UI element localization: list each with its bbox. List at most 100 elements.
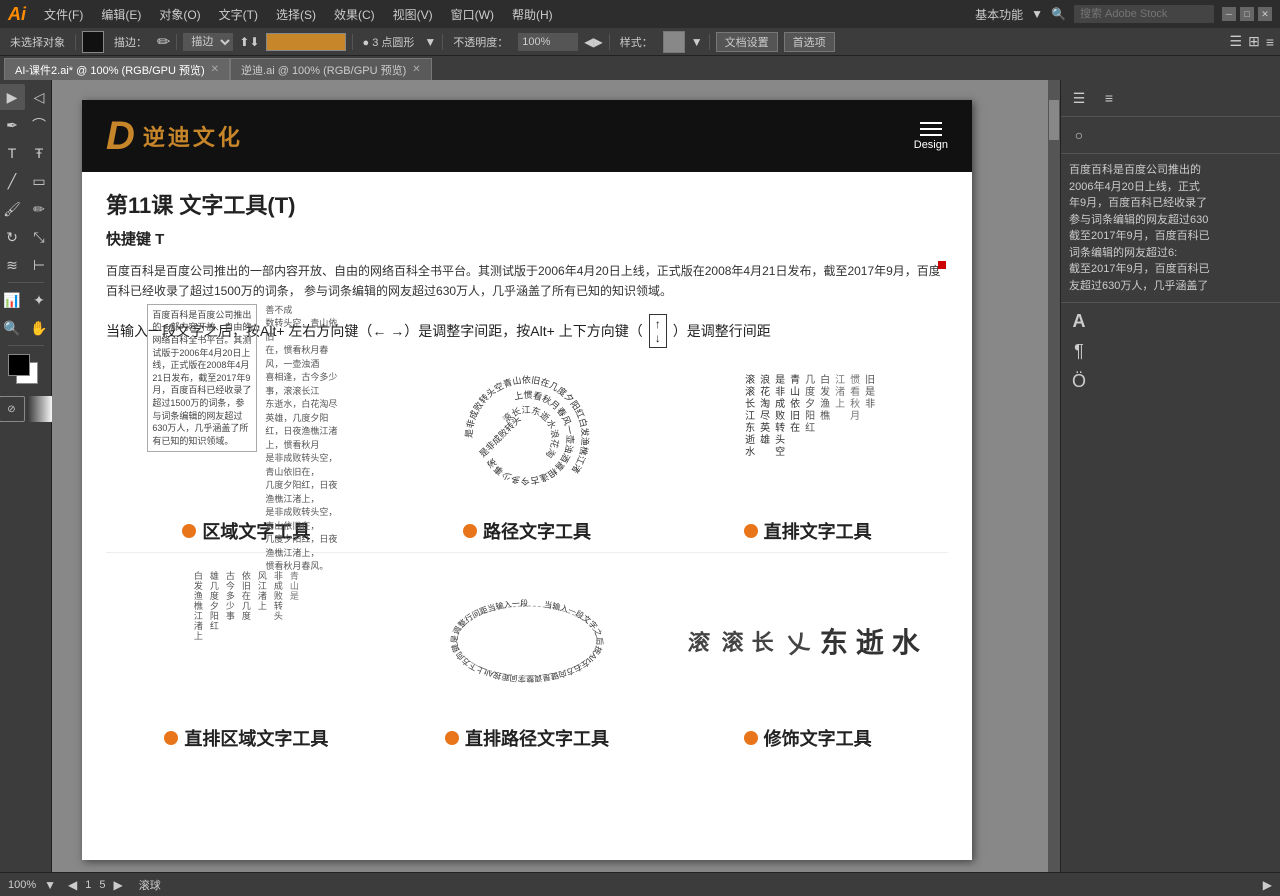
- vert-area-col-1: 白发渔樵江渚上: [192, 571, 205, 711]
- menu-extra-icon[interactable]: ≡: [1266, 34, 1274, 50]
- vert-area-container: 白发渔樵江渚上 雄几度夕阳红 古今多少事 依旧在几度 风江渚上 非成败转头 青山…: [192, 571, 301, 711]
- svg-text:是非成败转头空青山依旧在几度夕阳红白发渔樵江渚: 是非成败转头空青山依旧在几度夕阳红白发渔樵江渚: [464, 374, 591, 475]
- rect-tool[interactable]: ▭: [26, 168, 52, 194]
- page-prev[interactable]: ◀: [68, 878, 77, 892]
- right-panel-icon-group-2: ○: [1061, 117, 1280, 154]
- bottom-right-controls: ▶: [1263, 878, 1272, 892]
- page-next[interactable]: ▶: [114, 878, 123, 892]
- vert-col-9: 旧是非: [862, 374, 874, 504]
- status-text: 滚球: [139, 877, 161, 893]
- line-tool[interactable]: ╱: [0, 168, 25, 194]
- bottom-play-icon[interactable]: ▶: [1263, 878, 1272, 892]
- deco-text-visual: 滚 滚长 乂 东逝水: [667, 561, 948, 721]
- paintbrush-tool[interactable]: 🖌: [0, 196, 25, 222]
- menu-window[interactable]: 窗口(W): [443, 4, 502, 25]
- fill-color-box[interactable]: [82, 31, 104, 53]
- pen-tool[interactable]: ✒: [0, 112, 25, 138]
- stroke-preview: [266, 33, 346, 51]
- deco-dot: [744, 731, 758, 745]
- point-dropdown[interactable]: ▼: [424, 35, 436, 49]
- status-bar: 100% ▼ ◀ 1 5 ▶ 滚球 ▶: [0, 872, 1280, 896]
- select-tool[interactable]: ▶: [0, 84, 25, 110]
- area-text-examples: 百度百科是百度公司推出的一部内容开放、自由的网络百科全书平台。其测试版于2006…: [147, 304, 345, 574]
- menu-file[interactable]: 文件(F): [36, 4, 91, 25]
- path-text-svg: 是非成败转头空青山依旧在几度夕阳红白发渔樵江渚 上惯看秋月春风一壶浊酒喜相逢古今…: [452, 366, 602, 511]
- tool-row-5: 🖌 ✏: [0, 196, 52, 222]
- color-boxes[interactable]: [8, 354, 44, 390]
- tab-file-1[interactable]: AI-课件2.ai* @ 100% (RGB/GPU 预览) ✕: [4, 58, 230, 80]
- lesson-title: 第11课 文字工具(T): [106, 188, 948, 220]
- none-fill-icon[interactable]: ⊘: [0, 396, 25, 422]
- vert-col-3: 是非成败转头空: [772, 374, 784, 504]
- zoom-tool[interactable]: 🔍: [0, 315, 25, 341]
- doc-settings-button[interactable]: 文档设置: [716, 32, 778, 52]
- vert-dot: [744, 524, 758, 538]
- width-tool[interactable]: ⊢: [26, 252, 52, 278]
- svg-text:当输入一段文字之后按Alt左右方向键是调整字间距按Alt上下: 当输入一段文字之后按Alt左右方向键是调整字间距按Alt上下方向键是调整行间距当…: [447, 571, 605, 684]
- toolbar-sep-4: [442, 34, 443, 50]
- right-icon-circle[interactable]: ○: [1065, 121, 1093, 149]
- hamburger-menu[interactable]: Design: [914, 122, 948, 151]
- canvas-scrollbar-v[interactable]: [1048, 80, 1060, 872]
- menu-view[interactable]: 视图(V): [385, 4, 441, 25]
- right-icon-type-para[interactable]: ¶: [1065, 337, 1093, 365]
- style-dropdown[interactable]: ▼: [691, 35, 703, 49]
- canvas-area[interactable]: D 逆迪文化 Design 第11课 文字工具(T) 快捷键 T: [52, 80, 1060, 872]
- symbol-tool[interactable]: ✦: [26, 287, 52, 313]
- path-text-label: 路径文字工具: [463, 518, 591, 544]
- close-button[interactable]: ✕: [1258, 7, 1272, 21]
- gradient-icon[interactable]: [27, 396, 53, 422]
- pencil-tool[interactable]: ✏: [26, 196, 52, 222]
- opacity-label: 不透明度：: [449, 32, 512, 52]
- menu-text[interactable]: 文字(T): [211, 4, 266, 25]
- opacity-arrows[interactable]: ◀▶: [584, 35, 602, 49]
- preferences-button[interactable]: 首选项: [784, 32, 835, 52]
- foreground-color-box[interactable]: [8, 354, 30, 376]
- style-preview: [663, 31, 685, 53]
- svg-text:是非成败转头: 是非成败转头: [477, 414, 523, 460]
- direct-select-tool[interactable]: ◁: [26, 84, 52, 110]
- right-icon-type-O[interactable]: Ö: [1065, 367, 1093, 395]
- scale-tool[interactable]: ⤡: [26, 224, 52, 250]
- tools-grid-row2: 白发渔樵江渚上 雄几度夕阳红 古今多少事 依旧在几度 风江渚上 非成败转头 青山…: [106, 552, 948, 751]
- menu-object[interactable]: 对象(O): [151, 4, 208, 25]
- warp-tool[interactable]: ≋: [0, 252, 25, 278]
- right-icon-arrange[interactable]: ☰: [1065, 84, 1093, 112]
- tool-separator-1: [8, 282, 44, 283]
- menu-effect[interactable]: 效果(C): [326, 4, 383, 25]
- tab-2-close[interactable]: ✕: [412, 64, 420, 75]
- graph-tool[interactable]: 📊: [0, 287, 25, 313]
- vert-path-label: 直排路径文字工具: [445, 725, 609, 751]
- right-icon-type-A[interactable]: A: [1065, 307, 1093, 335]
- opacity-input[interactable]: [518, 33, 578, 51]
- tab-2-label: 逆迪.ai @ 100% (RGB/GPU 预览): [241, 62, 406, 78]
- scrollbar-thumb-v[interactable]: [1049, 100, 1059, 140]
- tab-file-2[interactable]: 逆迪.ai @ 100% (RGB/GPU 预览) ✕: [230, 58, 432, 80]
- workspace-label[interactable]: 基本功能: [975, 6, 1023, 23]
- restore-button[interactable]: □: [1240, 7, 1254, 21]
- menu-help[interactable]: 帮助(H): [504, 4, 561, 25]
- right-icon-layout[interactable]: ≡: [1095, 84, 1123, 112]
- stroke-width-select[interactable]: 描边: [183, 33, 233, 51]
- touch-type-tool[interactable]: Ŧ: [26, 140, 52, 166]
- logo-area: D 逆迪文化: [106, 116, 243, 156]
- tab-1-close[interactable]: ✕: [211, 64, 219, 75]
- ai-logo: Ai: [8, 4, 26, 25]
- menu-edit[interactable]: 编辑(E): [93, 4, 149, 25]
- layout-icon[interactable]: ⊞: [1248, 33, 1260, 50]
- stroke-up-down[interactable]: ⬆⬇: [239, 35, 259, 49]
- path-text-visual: 是非成败转头空青山依旧在几度夕阳红白发渔樵江渚 上惯看秋月春风一壶浊酒喜相逢古今…: [387, 364, 668, 514]
- vert-col-2: 浪花淘尽英雄: [757, 374, 769, 504]
- deco-text-label: 修饰文字工具: [744, 725, 872, 751]
- arrange-icon[interactable]: ☰: [1230, 33, 1243, 50]
- minimize-button[interactable]: ─: [1222, 7, 1236, 21]
- type-tool[interactable]: T: [0, 140, 25, 166]
- red-marker: [938, 261, 946, 269]
- hand-tool[interactable]: ✋: [26, 315, 52, 341]
- area-text-box-2: 善不成 数转头空，青山依旧 在，惯看秋月春风，一壶浊酒 喜相逢，古今多少事，滚滚…: [265, 304, 345, 574]
- zoom-dropdown[interactable]: ▼: [44, 878, 56, 892]
- search-input[interactable]: [1074, 5, 1214, 23]
- menu-select[interactable]: 选择(S): [268, 4, 324, 25]
- curvature-tool[interactable]: ⌒: [26, 112, 52, 138]
- rotate-tool[interactable]: ↻: [0, 224, 25, 250]
